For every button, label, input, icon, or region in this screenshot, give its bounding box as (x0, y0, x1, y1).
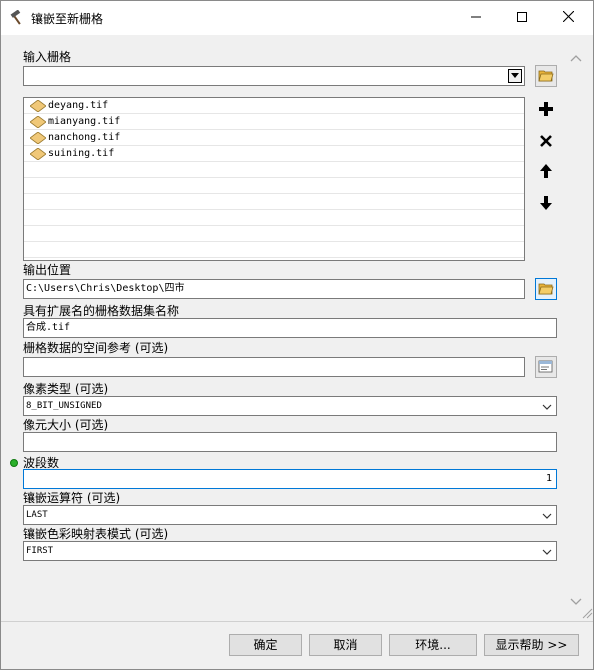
spatial-reference-label: 栅格数据的空间参考 (可选) (23, 341, 169, 355)
resize-grip-icon[interactable] (579, 605, 593, 619)
list-empty-row (24, 242, 524, 258)
output-location-browse-button[interactable] (535, 278, 557, 300)
colormap-mode-value: FIRST (26, 546, 54, 556)
mosaic-operator-label: 镶嵌运算符 (可选) (23, 491, 121, 505)
title-bar[interactable]: 镶嵌至新栅格 (1, 1, 593, 35)
band-count-label: 波段数 (23, 456, 60, 470)
folder-icon (538, 281, 554, 298)
chevron-down-icon (542, 546, 552, 556)
vertical-scrollbar[interactable] (567, 51, 585, 611)
maximize-icon (517, 11, 527, 25)
list-item-label: suining.tif (48, 148, 115, 159)
ok-button[interactable]: 确定 (229, 634, 302, 656)
output-location-input[interactable]: C:\Users\Chris\Desktop\四市 (23, 279, 525, 299)
move-down-button[interactable] (535, 193, 557, 215)
footer-divider (1, 621, 593, 622)
add-icon (538, 101, 554, 120)
minimize-button[interactable] (453, 1, 499, 35)
list-item-label: mianyang.tif (48, 116, 121, 127)
list-empty-row (24, 178, 524, 194)
spatial-reference-properties-button[interactable] (535, 356, 557, 378)
spatial-reference-input[interactable] (23, 357, 525, 377)
list-empty-row (24, 226, 524, 242)
close-icon (562, 10, 574, 25)
close-button[interactable] (545, 1, 591, 35)
pixel-type-label: 像素类型 (可选) (23, 382, 109, 396)
show-help-button[interactable]: 显示帮助 >> (484, 634, 579, 656)
remove-icon (539, 134, 553, 151)
mosaic-operator-value: LAST (26, 510, 48, 520)
window-title: 镶嵌至新栅格 (31, 12, 104, 26)
minimize-icon (471, 11, 481, 25)
list-empty-row (24, 210, 524, 226)
input-rasters-browse-button[interactable] (535, 65, 557, 87)
scroll-up-icon[interactable] (570, 53, 582, 65)
list-item[interactable]: deyang.tif (24, 98, 524, 114)
up-arrow-icon (539, 163, 553, 182)
input-rasters-combo[interactable] (23, 66, 525, 86)
dataset-name-input[interactable]: 合成.tif (23, 318, 557, 338)
down-arrow-icon (539, 195, 553, 214)
colormap-mode-select[interactable]: FIRST (23, 541, 557, 561)
move-up-button[interactable] (535, 161, 557, 183)
output-location-label: 输出位置 (23, 263, 72, 277)
input-rasters-list[interactable]: deyang.tif mianyang.tif nanchong.tif sui… (23, 97, 525, 261)
input-rasters-label: 输入栅格 (23, 50, 72, 64)
band-count-input[interactable]: 1 (23, 469, 557, 489)
add-button[interactable] (535, 99, 557, 121)
dialog-window: 镶嵌至新栅格 输入栅格 deyang.tif mianyang.tif nanc… (0, 0, 594, 670)
hammer-icon (9, 9, 25, 26)
list-item-label: nanchong.tif (48, 132, 121, 143)
raster-icon (29, 147, 47, 161)
chevron-down-icon (542, 510, 552, 520)
remove-button[interactable] (535, 131, 557, 153)
chevron-down-icon (542, 401, 552, 411)
list-item-label: deyang.tif (48, 100, 109, 111)
pixel-type-value: 8_BIT_UNSIGNED (26, 401, 102, 411)
mosaic-operator-select[interactable]: LAST (23, 505, 557, 525)
colormap-mode-label: 镶嵌色彩映射表模式 (可选) (23, 527, 169, 541)
environments-button[interactable]: 环境... (389, 634, 477, 656)
combo-dropdown-arrow[interactable] (508, 69, 522, 83)
pixel-type-select[interactable]: 8_BIT_UNSIGNED (23, 396, 557, 416)
required-indicator-icon (10, 459, 18, 467)
cell-size-label: 像元大小 (可选) (23, 418, 109, 432)
maximize-button[interactable] (499, 1, 545, 35)
raster-icon (29, 99, 47, 113)
list-empty-row (24, 194, 524, 210)
list-item[interactable]: mianyang.tif (24, 114, 524, 130)
raster-icon (29, 131, 47, 145)
list-item[interactable]: nanchong.tif (24, 130, 524, 146)
properties-icon (538, 359, 554, 376)
cancel-button[interactable]: 取消 (309, 634, 382, 656)
dataset-name-label: 具有扩展名的栅格数据集名称 (23, 304, 180, 318)
folder-icon (538, 68, 554, 85)
raster-icon (29, 115, 47, 129)
list-item[interactable]: suining.tif (24, 146, 524, 162)
list-empty-row (24, 162, 524, 178)
cell-size-input[interactable] (23, 432, 557, 452)
